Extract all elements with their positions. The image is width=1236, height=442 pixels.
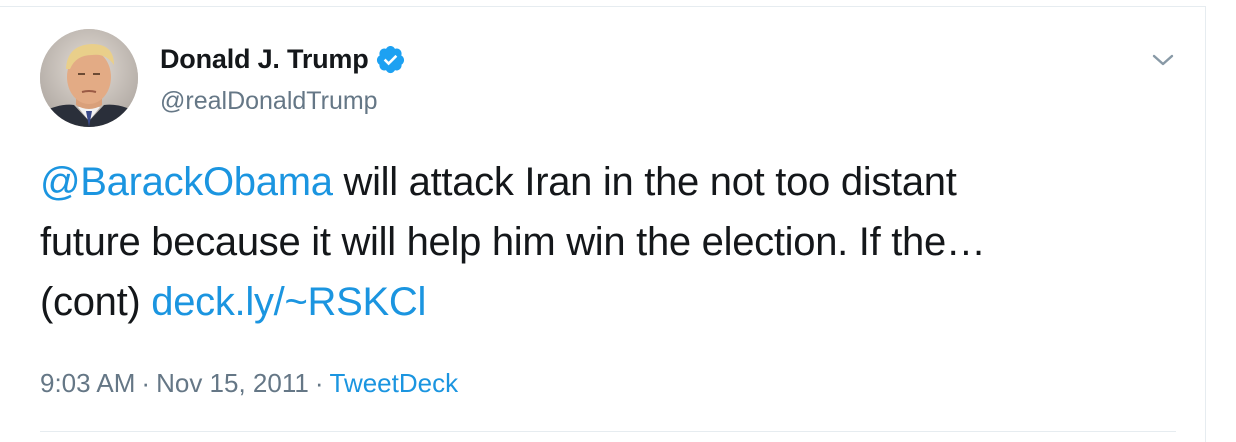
verified-badge-icon [375,44,406,75]
meta-separator: · [141,368,151,398]
user-handle[interactable]: @realDonaldTrump [160,85,378,117]
mention-link[interactable]: @BarackObama [40,160,333,204]
tweet-text-line3-prefix: (cont) [40,280,152,324]
tweet-source[interactable]: TweetDeck [330,368,459,398]
tweet-date[interactable]: Nov 15, 2011 [156,368,309,398]
meta-separator: · [314,368,324,398]
tweet-meta: 9:03 AM · Nov 15, 2011 · TweetDeck [40,363,458,403]
avatar-image [40,29,138,127]
display-name[interactable]: Donald J. Trump [160,43,369,75]
chevron-down-icon[interactable] [1148,45,1178,75]
divider [40,431,1176,432]
user-name-row[interactable]: Donald J. Trump [160,43,406,75]
tweet-text-line1: will attack Iran in the not too distant [332,160,957,204]
tweet-link[interactable]: deck.ly/~RSKCl [151,280,426,324]
tweet-text-line2: future because it will help him win the … [40,220,986,264]
tweet-card: Donald J. Trump @realDonaldTrump @Barack… [0,6,1206,442]
tweet-time[interactable]: 9:03 AM [40,368,135,398]
tweet-text: @BarackObama will attack Iran in the not… [40,152,1190,332]
avatar[interactable] [40,29,138,127]
